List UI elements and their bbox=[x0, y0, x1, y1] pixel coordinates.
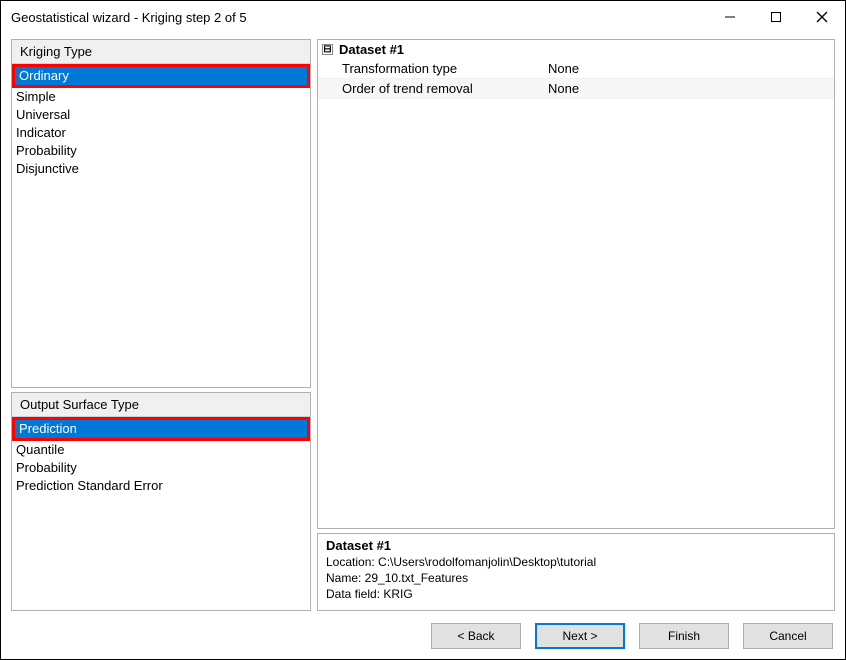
output-surface-header: Output Surface Type bbox=[12, 393, 310, 417]
window-controls bbox=[707, 1, 845, 33]
property-label: Transformation type bbox=[318, 61, 548, 76]
titlebar: Geostatistical wizard - Kriging step 2 o… bbox=[1, 1, 845, 33]
dataset-property-grid: Transformation type None Order of trend … bbox=[318, 59, 834, 528]
kriging-type-item[interactable]: Universal bbox=[12, 106, 310, 124]
output-surface-item[interactable]: Probability bbox=[12, 459, 310, 477]
info-line: Location: C:\Users\rodolfomanjolin\Deskt… bbox=[326, 554, 826, 570]
kriging-type-item[interactable]: Disjunctive bbox=[12, 160, 310, 178]
kriging-type-highlight: Ordinary bbox=[12, 64, 310, 88]
info-line: Data field: KRIG bbox=[326, 586, 826, 602]
kriging-type-list[interactable]: Ordinary Simple Universal Indicator Prob… bbox=[12, 64, 310, 387]
property-row[interactable]: Transformation type None bbox=[318, 59, 834, 79]
kriging-type-item[interactable]: Ordinary bbox=[15, 67, 307, 85]
left-column: Kriging Type Ordinary Simple Universal I… bbox=[11, 39, 311, 611]
kriging-type-item[interactable]: Indicator bbox=[12, 124, 310, 142]
output-surface-panel: Output Surface Type Prediction Quantile … bbox=[11, 392, 311, 611]
maximize-icon bbox=[770, 11, 782, 23]
dataset-properties-panel: ⊟ Dataset #1 Transformation type None Or… bbox=[317, 39, 835, 529]
content-area: Kriging Type Ordinary Simple Universal I… bbox=[1, 33, 845, 659]
output-surface-highlight: Prediction bbox=[12, 417, 310, 441]
property-label: Order of trend removal bbox=[318, 81, 548, 96]
close-icon bbox=[816, 11, 828, 23]
property-value[interactable]: None bbox=[548, 81, 834, 96]
kriging-type-item[interactable]: Probability bbox=[12, 142, 310, 160]
info-line: Name: 29_10.txt_Features bbox=[326, 570, 826, 586]
maximize-button[interactable] bbox=[753, 1, 799, 33]
property-value[interactable]: None bbox=[548, 61, 834, 76]
dataset-info-panel: Dataset #1 Location: C:\Users\rodolfoman… bbox=[317, 533, 835, 611]
cancel-button[interactable]: Cancel bbox=[743, 623, 833, 649]
back-button[interactable]: < Back bbox=[431, 623, 521, 649]
dataset-title: Dataset #1 bbox=[339, 42, 404, 57]
output-surface-item[interactable]: Prediction bbox=[15, 420, 307, 438]
next-button[interactable]: Next > bbox=[535, 623, 625, 649]
kriging-type-panel: Kriging Type Ordinary Simple Universal I… bbox=[11, 39, 311, 388]
dataset-header: ⊟ Dataset #1 bbox=[318, 40, 834, 59]
wizard-window: Geostatistical wizard - Kriging step 2 o… bbox=[0, 0, 846, 660]
output-surface-item[interactable]: Quantile bbox=[12, 441, 310, 459]
wizard-buttons: < Back Next > Finish Cancel bbox=[11, 611, 835, 649]
kriging-type-header: Kriging Type bbox=[12, 40, 310, 64]
window-title: Geostatistical wizard - Kriging step 2 o… bbox=[11, 10, 247, 25]
minimize-icon bbox=[724, 11, 736, 23]
kriging-type-item[interactable]: Simple bbox=[12, 88, 310, 106]
info-title: Dataset #1 bbox=[326, 538, 826, 554]
collapse-toggle[interactable]: ⊟ bbox=[322, 44, 333, 55]
right-column: ⊟ Dataset #1 Transformation type None Or… bbox=[317, 39, 835, 611]
minimize-button[interactable] bbox=[707, 1, 753, 33]
property-row[interactable]: Order of trend removal None bbox=[318, 79, 834, 99]
output-surface-item[interactable]: Prediction Standard Error bbox=[12, 477, 310, 495]
main-columns: Kriging Type Ordinary Simple Universal I… bbox=[11, 39, 835, 611]
output-surface-list[interactable]: Prediction Quantile Probability Predicti… bbox=[12, 417, 310, 610]
finish-button[interactable]: Finish bbox=[639, 623, 729, 649]
close-button[interactable] bbox=[799, 1, 845, 33]
